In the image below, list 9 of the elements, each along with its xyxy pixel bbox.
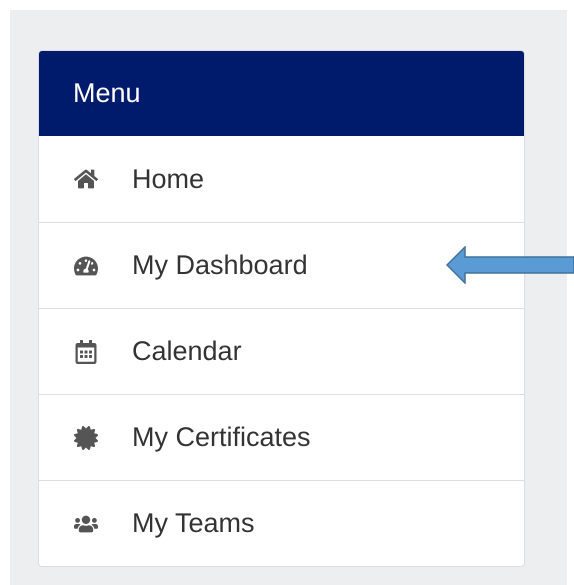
menu-item[interactable]: My Teams	[39, 480, 524, 566]
menu-item[interactable]: Calendar	[39, 308, 524, 394]
menu-item[interactable]: Home	[39, 136, 524, 222]
calendar-icon	[74, 340, 98, 364]
menu-title: Menu	[73, 77, 141, 110]
home-icon	[74, 167, 98, 191]
menu-item[interactable]: My Certificates	[39, 394, 524, 480]
badge-icon	[74, 426, 98, 450]
gauge-icon	[74, 254, 98, 278]
